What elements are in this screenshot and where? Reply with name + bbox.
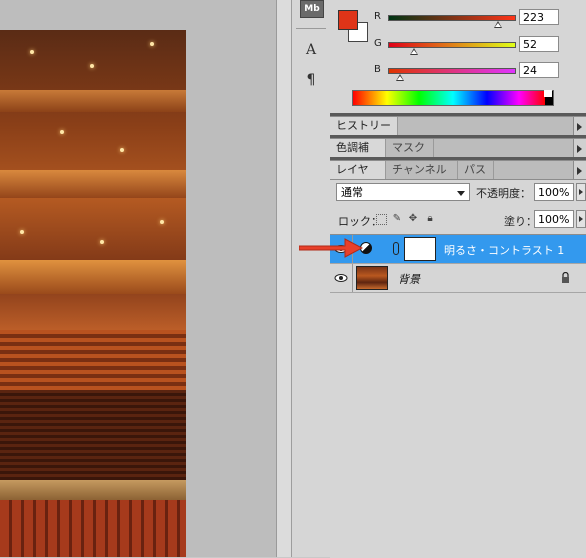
- ceiling-light: [20, 230, 24, 234]
- document-canvas[interactable]: [0, 0, 276, 557]
- blend-mode-value: 通常: [341, 186, 363, 199]
- padlock-icon: [562, 272, 569, 283]
- panel-menu-button[interactable]: [573, 161, 586, 179]
- layer-row-brightness-contrast[interactable]: 明るさ・コントラスト 1: [330, 235, 586, 264]
- red-value-input[interactable]: 223: [519, 9, 559, 25]
- wall-slats: [0, 390, 186, 480]
- chevron-down-icon: [457, 191, 465, 196]
- opacity-label: 不透明度：: [476, 187, 531, 200]
- canvas-vertical-scrollbar[interactable]: [276, 0, 291, 557]
- layer-name[interactable]: 明るさ・コントラスト 1: [444, 242, 564, 258]
- tab-layers[interactable]: レイヤー: [330, 161, 386, 194]
- opacity-slider-button[interactable]: [576, 183, 586, 201]
- tab-channels[interactable]: チャンネル: [386, 161, 458, 179]
- foreground-color-swatch[interactable]: [338, 10, 358, 30]
- panel-menu-button[interactable]: [573, 117, 586, 135]
- front-seating: [0, 500, 186, 557]
- layer-name[interactable]: 背景: [398, 271, 420, 287]
- panel-menu-button[interactable]: [573, 139, 586, 157]
- tab-history[interactable]: ヒストリー: [330, 117, 398, 135]
- ceiling-light: [90, 64, 94, 68]
- ceiling-light: [30, 50, 34, 54]
- character-panel-icon[interactable]: A: [300, 40, 322, 60]
- blue-value-input[interactable]: 24: [519, 62, 559, 78]
- paragraph-panel-icon[interactable]: ¶: [300, 70, 322, 90]
- tool-strip: Mb A ¶: [291, 0, 331, 557]
- balcony-tier: [0, 90, 186, 112]
- green-slider-thumb[interactable]: [409, 48, 418, 55]
- mask-link-icon[interactable]: [393, 242, 399, 255]
- red-slider-thumb[interactable]: [494, 21, 503, 28]
- tab-paths[interactable]: パス: [458, 161, 494, 179]
- blue-slider-thumb[interactable]: [395, 74, 404, 81]
- ceiling-light: [60, 130, 64, 134]
- panels-dock: R 223 G 52 B 24 ヒストリー 色調補正 マスク レイヤー チャンネ…: [330, 0, 586, 558]
- layer-visibility-toggle[interactable]: [330, 264, 353, 292]
- seating-tier: [0, 330, 186, 390]
- color-panel: R 223 G 52 B 24: [330, 0, 586, 113]
- blend-mode-select[interactable]: 通常: [336, 183, 470, 201]
- tab-adjustments[interactable]: 色調補正: [330, 139, 386, 172]
- layer-thumbnail[interactable]: [356, 266, 388, 290]
- opacity-input[interactable]: 100%: [534, 183, 574, 201]
- concert-hall-photo: [0, 30, 186, 557]
- layers-tab-bar: レイヤー チャンネル パス: [330, 160, 586, 194]
- lock-all-icon[interactable]: 🔒︎: [424, 213, 436, 225]
- layers-list: 明るさ・コントラスト 1 背景: [330, 234, 586, 558]
- fill-input[interactable]: 100%: [534, 210, 574, 228]
- history-tab-bar: ヒストリー: [330, 116, 586, 136]
- fill-label: 塗り：: [504, 215, 537, 228]
- tab-masks[interactable]: マスク: [386, 139, 434, 157]
- green-value-input[interactable]: 52: [519, 36, 559, 52]
- stage-floor: [0, 480, 186, 500]
- mini-bridge-button[interactable]: Mb: [300, 0, 324, 18]
- layer-row-background[interactable]: 背景: [330, 264, 586, 293]
- ceiling-light: [100, 240, 104, 244]
- white-swatch[interactable]: [544, 90, 552, 97]
- fill-slider-button[interactable]: [576, 210, 586, 228]
- ceiling-light: [150, 42, 154, 46]
- balcony-tier: [0, 260, 186, 294]
- adjustments-tab-bar: 色調補正 マスク: [330, 138, 586, 172]
- ceiling-light: [160, 220, 164, 224]
- blue-channel-slider[interactable]: [388, 68, 516, 74]
- lock-transparent-pixels-icon[interactable]: [376, 214, 387, 225]
- tool-separator: [296, 28, 326, 29]
- layer-mask-thumbnail[interactable]: [404, 237, 436, 261]
- color-spectrum-ramp[interactable]: [352, 90, 554, 106]
- balcony-tier: [0, 170, 186, 198]
- lock-image-pixels-icon[interactable]: ✎: [391, 213, 403, 225]
- lock-position-icon[interactable]: ✥: [407, 213, 419, 225]
- blue-channel-label: B: [374, 64, 381, 75]
- annotation-arrow: [299, 238, 363, 258]
- ceiling-light: [120, 148, 124, 152]
- red-channel-label: R: [374, 11, 381, 22]
- green-channel-slider[interactable]: [388, 42, 516, 48]
- green-channel-label: G: [374, 38, 382, 49]
- eye-icon: [334, 274, 348, 282]
